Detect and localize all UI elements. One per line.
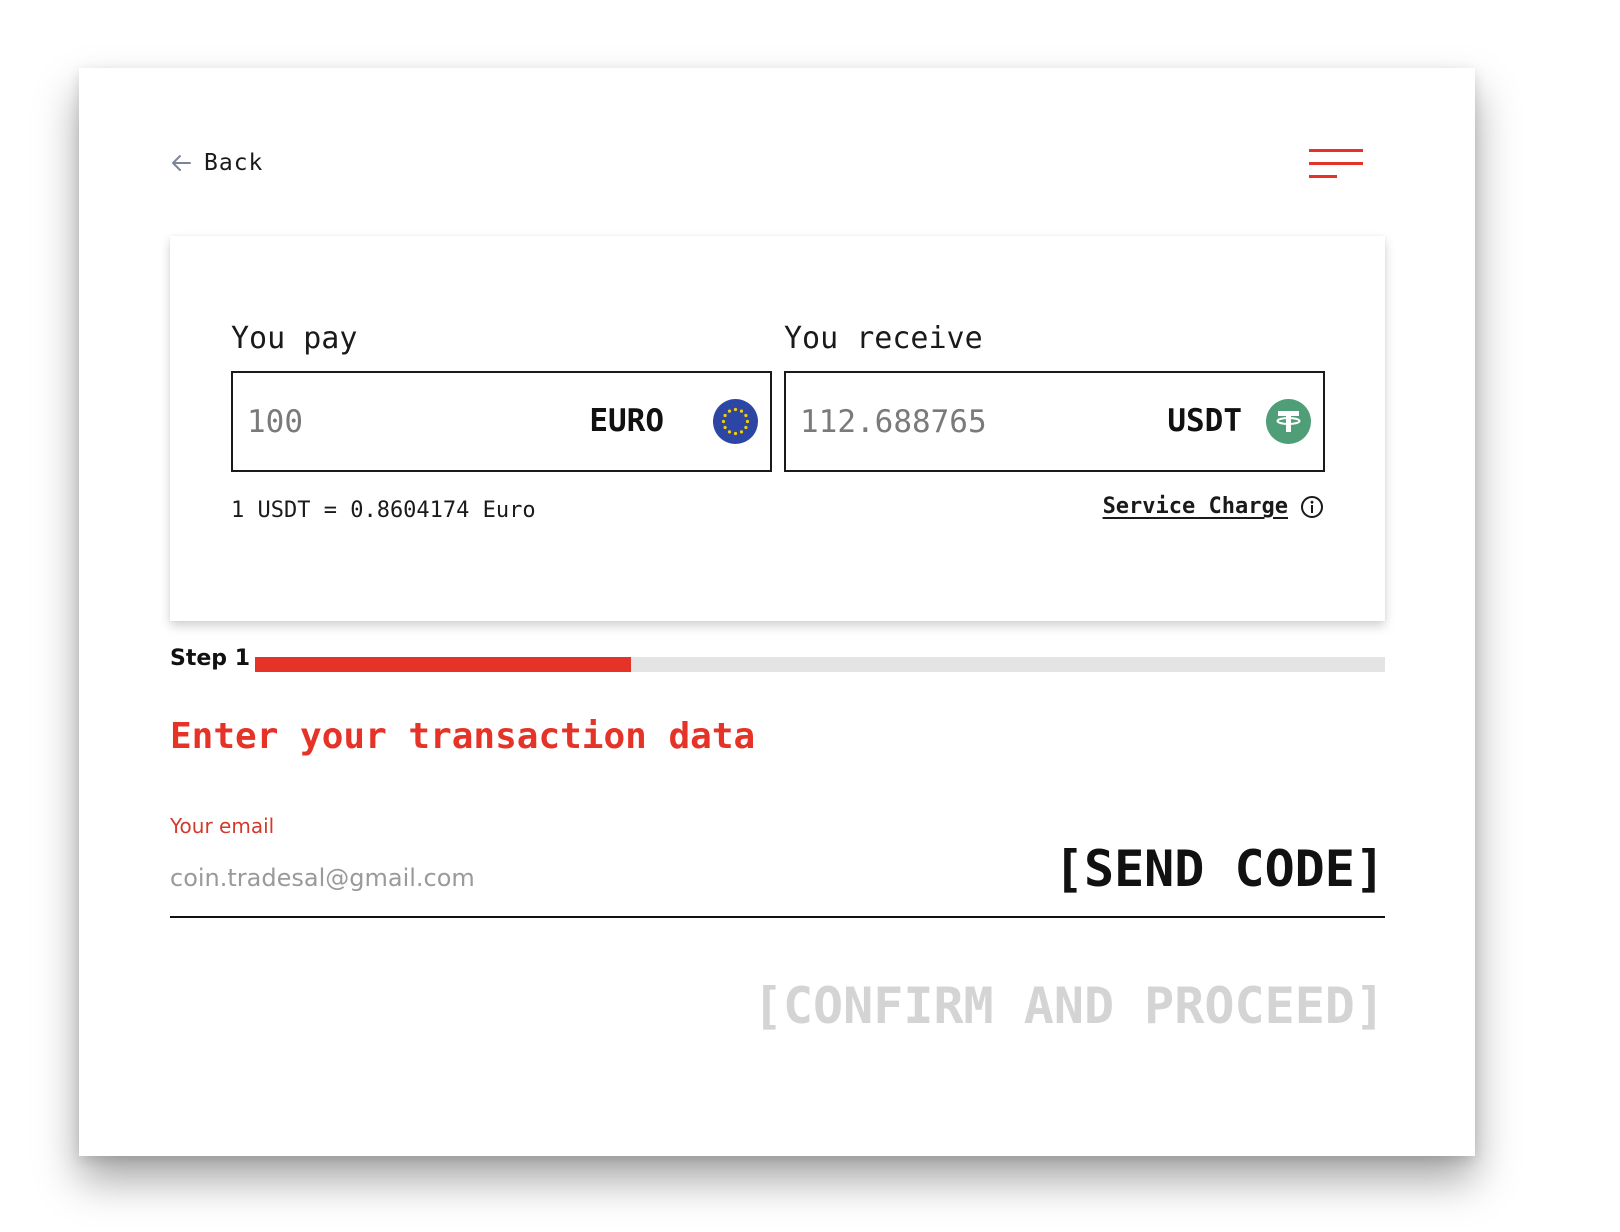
section-title: Enter your transaction data [170,716,756,757]
receive-amount-input[interactable] [800,373,1080,470]
service-charge-link[interactable]: Service Charge [1103,494,1324,519]
tether-icon [1266,399,1311,444]
step-progress-bar [255,657,1385,672]
confirm-and-proceed-button[interactable]: [CONFIRM AND PROCEED] [753,971,1385,1041]
arrow-left-icon [172,155,191,171]
menu-line [1309,149,1363,152]
receive-amount-box: USDT [784,371,1325,472]
hamburger-menu-icon[interactable] [1309,147,1365,181]
back-link[interactable]: Back [170,148,263,178]
app-window: Back You pay You receive EURO [79,68,1475,1156]
you-receive-label: You receive [784,321,983,356]
back-label: Back [204,150,264,176]
receive-currency-code: USDT [1167,403,1242,439]
you-pay-label: You pay [231,321,358,356]
step-label: Step 1 [170,646,250,671]
email-underline [170,916,1385,918]
menu-line [1309,162,1363,165]
info-icon[interactable] [1300,495,1324,519]
service-charge-label: Service Charge [1102,494,1288,519]
pay-currency-code: EURO [589,403,664,439]
converter-card: You pay You receive EURO [170,236,1385,621]
step-progress-fill [255,657,632,672]
menu-line [1309,175,1337,178]
send-code-button[interactable]: [SEND CODE] [1054,834,1385,904]
eu-flag-icon [713,399,758,444]
exchange-rate-text: 1 USDT = 0.8604174 Euro [231,498,536,523]
email-input[interactable] [170,848,990,908]
email-label: Your email [170,814,275,838]
pay-amount-input[interactable] [247,373,527,470]
pay-amount-box: EURO [231,371,772,472]
